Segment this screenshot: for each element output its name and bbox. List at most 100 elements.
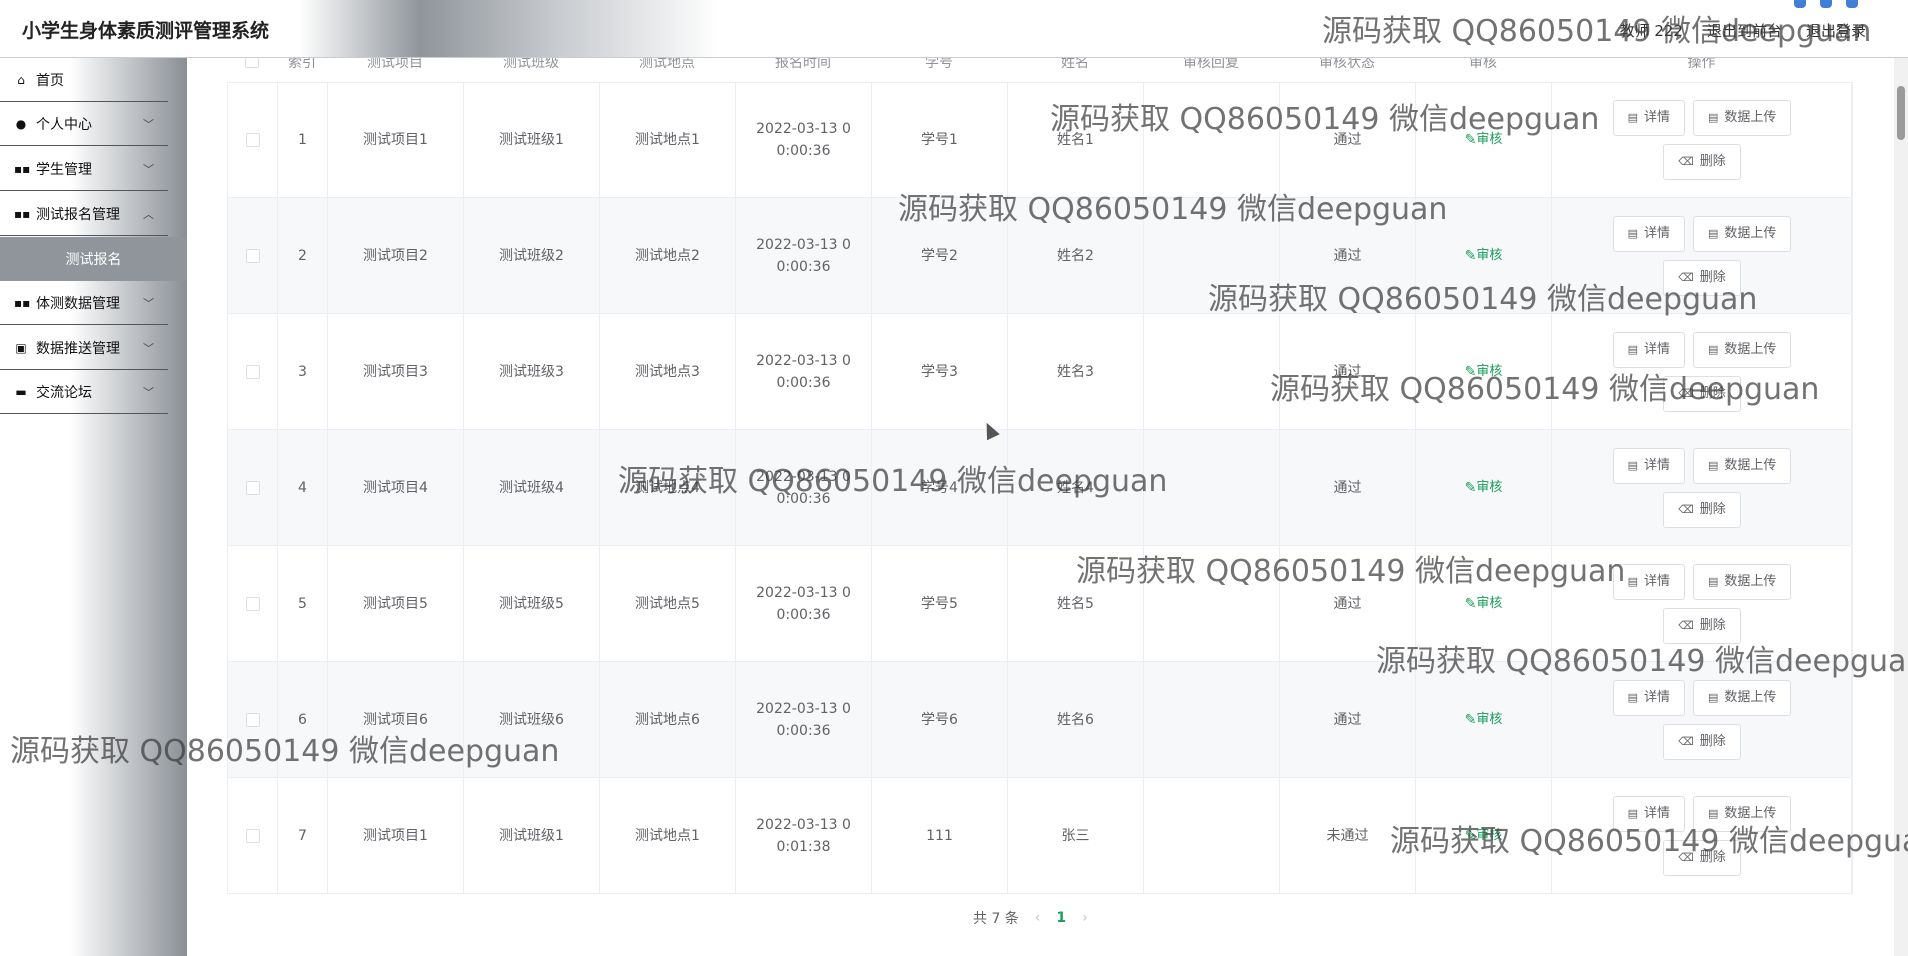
delete-button[interactable]: ⌫ 删除: [1663, 723, 1741, 760]
delete-button[interactable]: ⌫ 删除: [1663, 839, 1741, 876]
cell-text: 学号6: [921, 711, 958, 728]
cell-text: 2022-03-13 00:00:36: [756, 584, 851, 623]
sidebar-item-profile[interactable]: ● 个人中心 ﹀: [0, 102, 168, 146]
detail-button[interactable]: ▤ 详情: [1612, 563, 1685, 600]
cell-place: 测试地点4: [600, 430, 736, 545]
upload-data-button[interactable]: ▤ 数据上传: [1693, 795, 1792, 832]
upload-data-button[interactable]: ▤ 数据上传: [1693, 679, 1792, 716]
row-select-cell: [228, 430, 278, 545]
cell-text: 测试项目3: [363, 363, 428, 380]
row-checkbox[interactable]: [245, 828, 260, 843]
table-row: 3 测试项目3 测试班级3 测试地点3 2022-03-13 00:00:36 学号3 姓名…: [227, 314, 1853, 430]
audit-cell: ✎ 审核: [1416, 430, 1552, 545]
audit-link[interactable]: 审核: [1476, 361, 1502, 383]
button-label: 数据上传: [1724, 341, 1777, 357]
column-header: 测试班级: [503, 58, 559, 71]
cell-status: 通过: [1280, 198, 1416, 313]
delete-button[interactable]: ⌫ 删除: [1663, 143, 1741, 180]
button-label: 数据上传: [1724, 457, 1777, 473]
delete-button[interactable]: ⌫ 删除: [1663, 375, 1741, 412]
sidebar-item-home[interactable]: ⌂ 首页: [0, 58, 168, 102]
column-header: 操作: [1687, 58, 1716, 71]
cell-status: 通过: [1280, 430, 1416, 545]
row-checkbox[interactable]: [245, 712, 260, 727]
delete-button[interactable]: ⌫ 删除: [1663, 259, 1741, 296]
cell-reply: [1144, 662, 1280, 777]
button-label: 详情: [1643, 573, 1670, 589]
trash-icon: ⌫: [1678, 850, 1694, 864]
sidebar: ⌂ 首页 ● 个人中心 ﹀ ▪▪ 学生管理 ﹀ ▪▪ 测试报名管理 ︿ 测试报名…: [0, 58, 187, 956]
detail-button[interactable]: ▤ 详情: [1612, 331, 1685, 368]
next-page-icon[interactable]: ›: [1082, 910, 1088, 926]
tool-icon[interactable]: [1846, 0, 1858, 8]
sidebar-item-registration-mgmt[interactable]: ▪▪ 测试报名管理 ︿: [0, 192, 168, 236]
sidebar-item-label: 首页: [36, 72, 64, 89]
row-actions: ▤ 详情 ▤ 数据上传 ⌫ 删除: [1592, 447, 1812, 528]
cell-text: 测试班级6: [499, 711, 564, 728]
back-to-frontend-link[interactable]: 退出到前台: [1707, 20, 1782, 41]
detail-button[interactable]: ▤ 详情: [1612, 679, 1685, 716]
chevron-down-icon: ﹀: [143, 296, 154, 310]
button-label: 详情: [1643, 689, 1670, 705]
button-label: 删除: [1699, 269, 1726, 285]
delete-button[interactable]: ⌫ 删除: [1663, 607, 1741, 644]
scrollbar-thumb[interactable]: [1897, 86, 1905, 140]
page-number[interactable]: 1: [1056, 910, 1066, 926]
prev-page-icon[interactable]: ‹: [1035, 910, 1041, 926]
audit-link[interactable]: 审核: [1476, 129, 1502, 151]
logout-link[interactable]: 退出登录: [1806, 20, 1866, 41]
audit-link[interactable]: 审核: [1476, 593, 1502, 615]
document-icon: ▤: [1708, 110, 1719, 124]
sidebar-item-forum[interactable]: ▬ 交流论坛 ﹀: [0, 370, 168, 414]
document-icon: ▤: [1627, 342, 1638, 356]
tool-icon[interactable]: [1794, 0, 1806, 8]
sidebar-item-data-push[interactable]: ▣ 数据推送管理 ﹀: [0, 326, 168, 370]
detail-button[interactable]: ▤ 详情: [1612, 447, 1685, 484]
audit-link[interactable]: 审核: [1476, 477, 1502, 499]
row-checkbox[interactable]: [245, 480, 260, 495]
row-checkbox[interactable]: [245, 132, 260, 147]
cell-text: 测试地点3: [635, 363, 700, 380]
row-checkbox[interactable]: [245, 248, 260, 263]
table-header: 索引 测试项目 测试班级 测试地点 报名时间 学号 姓名 审核回复 审核状态 审…: [227, 58, 1852, 83]
row-select-cell: [228, 82, 278, 197]
upload-data-button[interactable]: ▤ 数据上传: [1693, 331, 1792, 368]
sidebar-item-students[interactable]: ▪▪ 学生管理 ﹀: [0, 147, 168, 191]
row-checkbox[interactable]: [245, 596, 260, 611]
chevron-down-icon: ﹀: [143, 162, 154, 176]
actions-cell: ▤ 详情 ▤ 数据上传 ⌫ 删除: [1552, 546, 1853, 661]
cell-index: 7: [278, 778, 328, 893]
audit-link[interactable]: 审核: [1476, 709, 1502, 731]
chevron-down-icon: ﹀: [143, 385, 154, 399]
audit-link[interactable]: 审核: [1476, 245, 1502, 267]
cell-class: 测试班级6: [464, 662, 600, 777]
select-all-checkbox[interactable]: [227, 58, 277, 68]
detail-button[interactable]: ▤ 详情: [1612, 215, 1685, 252]
cell-status: 通过: [1280, 82, 1416, 197]
tool-icon[interactable]: [1820, 0, 1832, 8]
audit-link[interactable]: 审核: [1476, 825, 1502, 847]
upload-data-button[interactable]: ▤ 数据上传: [1693, 99, 1792, 136]
cell-time: 2022-03-13 00:00:36: [736, 430, 872, 545]
detail-button[interactable]: ▤ 详情: [1612, 795, 1685, 832]
upload-data-button[interactable]: ▤ 数据上传: [1693, 215, 1792, 252]
cell-class: 测试班级4: [464, 430, 600, 545]
upload-data-button[interactable]: ▤ 数据上传: [1693, 447, 1792, 484]
actions-cell: ▤ 详情 ▤ 数据上传 ⌫ 删除: [1552, 662, 1853, 777]
cell-text: 学号4: [921, 479, 958, 496]
row-checkbox[interactable]: [245, 364, 260, 379]
button-label: 详情: [1643, 457, 1670, 473]
cell-time: 2022-03-13 00:00:36: [736, 546, 872, 661]
cell-text: 测试项目6: [363, 711, 428, 728]
cell-text: 测试项目1: [363, 827, 428, 844]
sidebar-item-fitness-data[interactable]: ▪▪ 体测数据管理 ﹀: [0, 281, 168, 325]
detail-button[interactable]: ▤ 详情: [1612, 99, 1685, 136]
actions-cell: ▤ 详情 ▤ 数据上传 ⌫ 删除: [1552, 430, 1853, 545]
sidebar-subitem-registration[interactable]: 测试报名: [0, 237, 187, 281]
cell-index: 4: [278, 430, 328, 545]
document-icon: ▤: [1708, 690, 1719, 704]
trash-icon: ⌫: [1678, 154, 1694, 168]
page-scrollbar[interactable]: [1894, 58, 1908, 956]
delete-button[interactable]: ⌫ 删除: [1663, 491, 1741, 528]
upload-data-button[interactable]: ▤ 数据上传: [1693, 563, 1792, 600]
